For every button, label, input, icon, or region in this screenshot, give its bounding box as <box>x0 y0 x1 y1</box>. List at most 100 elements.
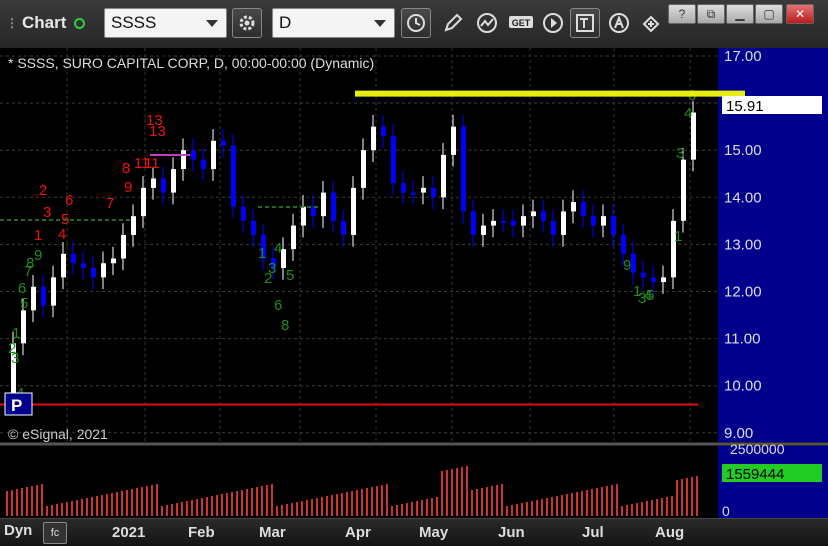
y-tick-label: 14.00 <box>724 189 762 206</box>
help-button[interactable]: ? <box>668 4 696 24</box>
volume-bar <box>156 484 158 516</box>
maximize-button[interactable]: ▢ <box>755 4 783 24</box>
buy-count-label: 9 <box>34 247 42 264</box>
volume-bar <box>556 496 558 516</box>
candle-body <box>621 234 626 254</box>
volume-bar <box>91 497 93 516</box>
month-label-jun: Jun <box>498 524 525 541</box>
volume-last-label: 1559444 <box>726 466 784 483</box>
link-status-icon[interactable] <box>74 17 86 29</box>
candle-body <box>471 211 476 235</box>
close-button[interactable]: ✕ <box>786 4 814 24</box>
volume-bar <box>286 504 288 516</box>
volume-bar <box>111 493 113 516</box>
volume-bar <box>376 486 378 516</box>
volume-bar <box>101 495 103 516</box>
volume-bar <box>411 502 413 516</box>
y-tick-label: 13.00 <box>724 236 762 253</box>
symbol-value: SSSS <box>111 13 157 32</box>
time-template-button[interactable] <box>401 8 431 38</box>
volume-bar <box>26 487 28 516</box>
buy-count-label: 5 <box>286 267 294 284</box>
chart-header: * SSSS, SURO CAPITAL CORP, D, 00:00-00:0… <box>8 55 374 71</box>
volume-bar <box>161 506 163 516</box>
fc-toggle-button[interactable]: fc <box>43 522 67 544</box>
volume-bar <box>481 488 483 516</box>
volume-bar <box>61 503 63 516</box>
buy-count-label: 3 <box>11 350 19 367</box>
volume-bar <box>406 503 408 516</box>
candle-body <box>31 286 36 311</box>
symbol-dropdown-arrow-icon[interactable] <box>206 20 218 27</box>
volume-bar <box>256 487 258 516</box>
symbol-input[interactable]: SSSS <box>104 8 227 38</box>
volume-bar <box>351 491 353 516</box>
candle-body <box>381 126 386 137</box>
candle-body <box>71 253 76 264</box>
cursor-tool-button[interactable] <box>636 8 666 38</box>
get-data-button[interactable]: GET <box>506 8 536 38</box>
buy-count-label: 1 <box>258 245 266 262</box>
sell-count-label: 3 <box>43 204 51 221</box>
volume-bar <box>591 489 593 516</box>
candle-body <box>161 178 166 193</box>
chart-plot[interactable]: 17.0016.0015.0014.0013.0012.0011.0010.00… <box>0 48 828 545</box>
candle-body <box>311 206 316 217</box>
volume-bar <box>561 495 563 516</box>
volume-bar <box>386 484 388 516</box>
time-axis[interactable]: Dyn fc 2021 Feb Mar Apr May Jun Jul Aug <box>0 518 828 546</box>
draw-tools-button[interactable] <box>438 8 468 38</box>
alerts-button[interactable] <box>604 8 634 38</box>
candle-body <box>101 263 106 278</box>
candle-body <box>321 192 326 217</box>
buy-count-label: 1 <box>674 228 682 245</box>
sell-count-label: 1 <box>34 227 42 244</box>
link-window-button[interactable]: ⧉ <box>697 4 725 24</box>
volume-bar <box>486 487 488 516</box>
y-tick-label: 9.00 <box>724 425 753 442</box>
replay-button[interactable] <box>538 8 568 38</box>
volume-bar <box>421 500 423 516</box>
maximize-icon: ▢ <box>763 7 775 21</box>
minimize-icon: ▁ <box>735 7 745 21</box>
interval-dropdown-arrow-icon[interactable] <box>374 20 386 27</box>
candle-body <box>431 187 436 198</box>
candle-body <box>331 192 336 221</box>
studies-button[interactable] <box>472 8 502 38</box>
volume-bar <box>451 469 453 516</box>
volume-bar <box>466 466 468 516</box>
interval-value: D <box>279 13 292 32</box>
volume-bar <box>666 497 668 516</box>
candle-body <box>391 136 396 184</box>
candle-body <box>351 187 356 235</box>
volume-bar <box>381 485 383 516</box>
candle-body <box>111 258 116 264</box>
volume-bar <box>181 502 183 516</box>
candle-body <box>181 150 186 170</box>
month-label-jul: Jul <box>582 524 604 541</box>
volume-bar <box>391 506 393 516</box>
volume-bar <box>656 499 658 516</box>
volume-bar <box>166 505 168 516</box>
buy-count-label: 5 <box>646 287 654 304</box>
sell-count-label: 11 <box>144 155 160 172</box>
candle-body <box>341 220 346 235</box>
volume-bar <box>186 501 188 516</box>
interval-select[interactable]: D <box>272 8 395 38</box>
clock-icon <box>407 14 425 32</box>
volume-bar <box>261 486 263 516</box>
volume-bar <box>311 499 313 516</box>
chart-settings-button[interactable] <box>232 8 262 38</box>
volume-bar <box>221 494 223 516</box>
volume-bar <box>141 487 143 516</box>
candle-body <box>421 187 426 193</box>
candle-body <box>681 159 686 221</box>
dynamic-mode-label[interactable]: Dyn <box>4 522 32 539</box>
volume-bar <box>566 494 568 516</box>
minimize-button[interactable]: ▁ <box>726 4 754 24</box>
buy-count-label: 4 <box>274 240 282 257</box>
text-tool-button[interactable] <box>570 8 600 38</box>
help-icon: ? <box>678 7 686 21</box>
candle-body <box>221 140 226 146</box>
volume-bar <box>81 499 83 516</box>
